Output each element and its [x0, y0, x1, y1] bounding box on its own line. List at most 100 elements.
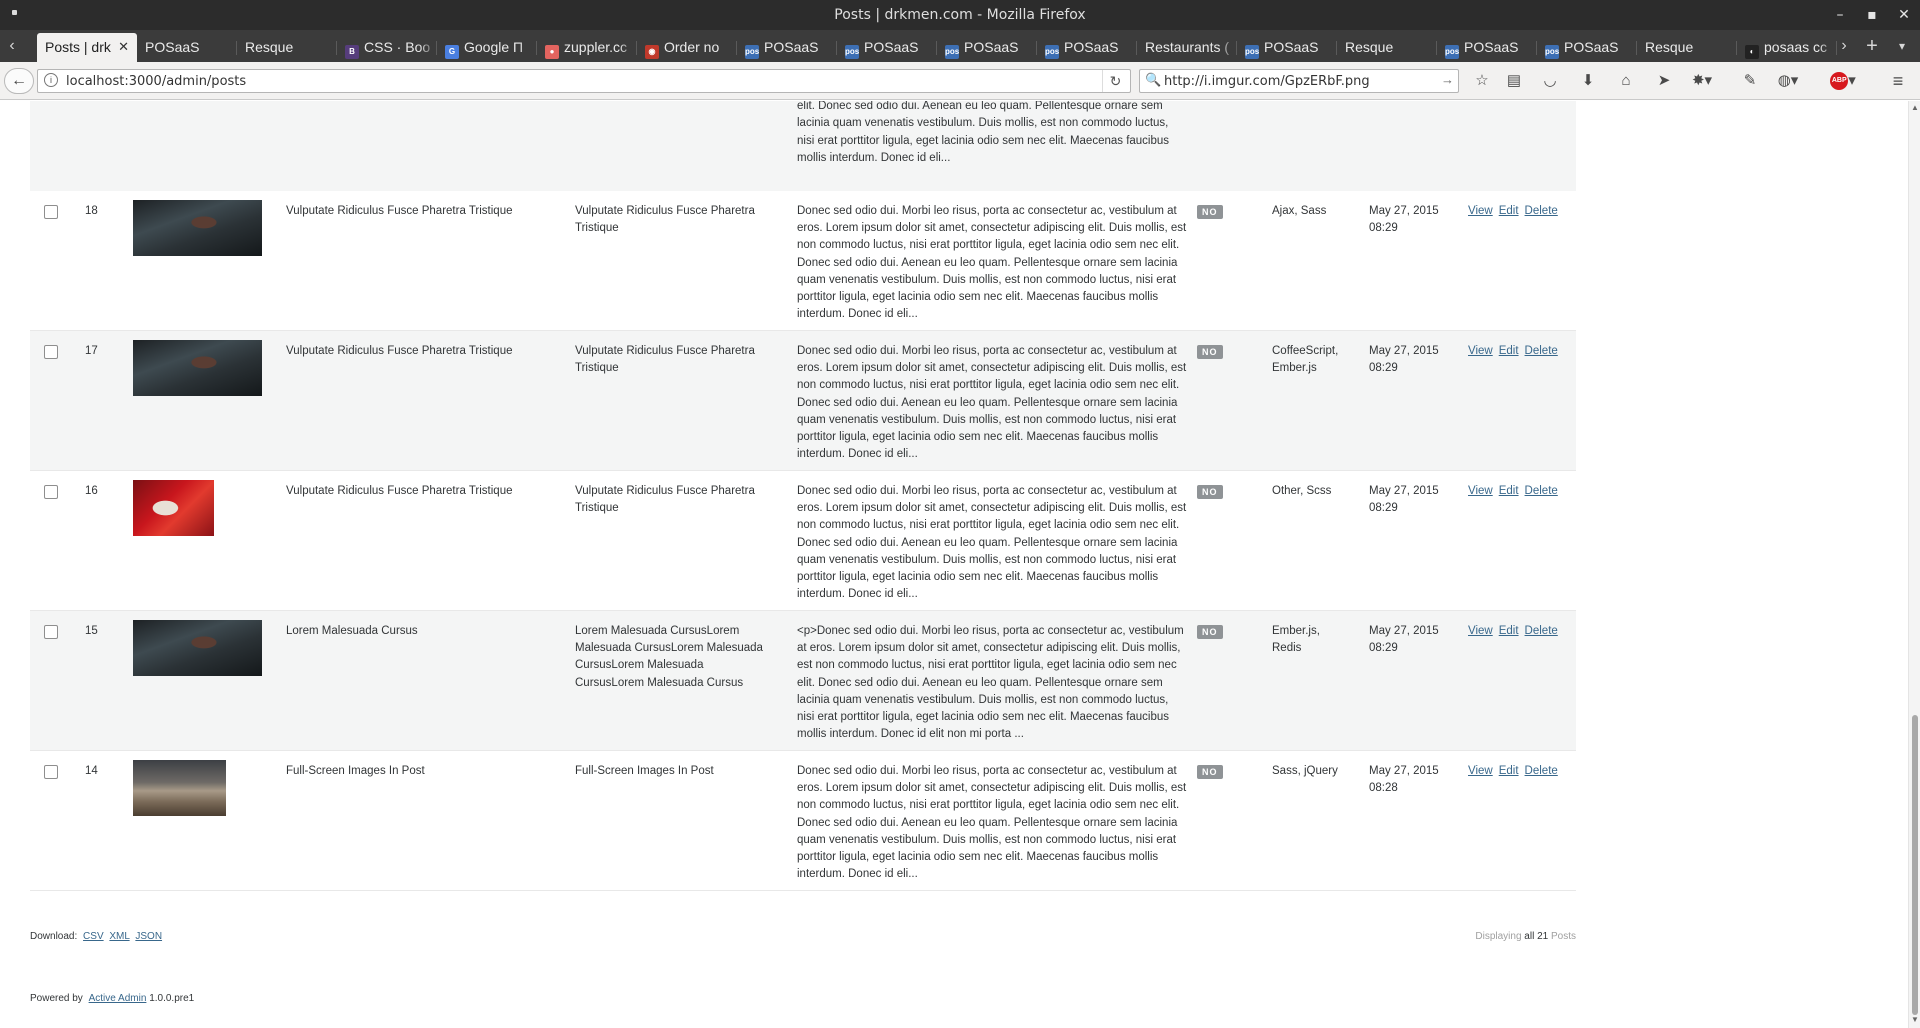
edit-link[interactable]: Edit: [1499, 205, 1519, 217]
pos-icon: pos: [1245, 45, 1259, 59]
download-icon[interactable]: ⬇: [1576, 70, 1600, 92]
tab-1[interactable]: POSaaS: [137, 33, 237, 62]
download-json-link[interactable]: JSON: [135, 931, 162, 942]
tab-fade: [819, 33, 837, 62]
tab-0[interactable]: Posts | drk ✕: [37, 33, 137, 62]
view-link[interactable]: View: [1468, 485, 1493, 497]
scroll-up-icon[interactable]: ▲: [1911, 103, 1919, 112]
back-arrow-icon: ←: [11, 72, 27, 89]
search-go-icon[interactable]: →: [1441, 72, 1454, 87]
scrollbar-thumb[interactable]: [1912, 715, 1918, 1015]
hamburger-menu-icon[interactable]: ≡: [1886, 70, 1910, 92]
bootstrap-icon: B: [345, 45, 359, 59]
tab-3[interactable]: B CSS · Boo: [337, 33, 437, 62]
reload-icon[interactable]: ↻: [1102, 70, 1128, 92]
edit-link[interactable]: Edit: [1499, 765, 1519, 777]
view-link[interactable]: View: [1468, 765, 1493, 777]
post-tags: Ember.js, Redis: [1272, 625, 1320, 655]
post-body: Donec sed odio dui. Morbi leo risus, por…: [797, 765, 1187, 881]
page-content: est non commodo luctus, nisi erat portti…: [0, 101, 1908, 1028]
tab-12[interactable]: pos POSaaS: [1237, 33, 1337, 62]
maximize-icon[interactable]: ▪: [1860, 5, 1884, 25]
window-titlebar: Posts | drkmen.com - Mozilla Firefox – ▪…: [0, 0, 1920, 30]
row-actions: View Edit Delete: [1468, 343, 1564, 360]
row-select-checkbox[interactable]: [44, 205, 58, 219]
url-input[interactable]: [66, 72, 1066, 90]
tab-7[interactable]: pos POSaaS: [737, 33, 837, 62]
row-select-checkbox[interactable]: [44, 345, 58, 359]
table-row: 16 Vulputate Ridiculus Fusce Pharetra Tri…: [30, 471, 1576, 611]
tab-scroll-right-icon[interactable]: ›: [1832, 30, 1856, 62]
reading-list-icon[interactable]: ▤: [1502, 70, 1526, 92]
delete-link[interactable]: Delete: [1525, 625, 1558, 637]
view-link[interactable]: View: [1468, 345, 1493, 357]
post-subtitle: Lorem Malesuada CursusLorem Malesuada Cu…: [575, 625, 763, 689]
post-tags: Other, Scss: [1272, 485, 1332, 497]
tab-label: Resque: [1645, 39, 1694, 55]
send-icon[interactable]: ➤: [1652, 70, 1676, 92]
row-select-checkbox[interactable]: [44, 485, 58, 499]
tab-9[interactable]: pos POSaaS: [937, 33, 1037, 62]
tab-17[interactable]: ◐ posaas cc: [1737, 33, 1837, 62]
row-select-checkbox[interactable]: [44, 765, 58, 779]
tab-label: posaas cc: [1764, 39, 1828, 55]
close-tab-icon[interactable]: ✕: [118, 33, 129, 61]
edit-link[interactable]: Edit: [1499, 625, 1519, 637]
tab-8[interactable]: pos POSaaS: [837, 33, 937, 62]
delete-link[interactable]: Delete: [1525, 765, 1558, 777]
search-input[interactable]: [1164, 72, 1434, 90]
home-icon[interactable]: ⌂: [1614, 70, 1638, 92]
download-csv-link[interactable]: CSV: [83, 931, 104, 942]
active-admin-link[interactable]: Active Admin: [89, 993, 147, 1004]
table-row: 17 Vulputate Ridiculus Fusce Pharetra Tri…: [30, 331, 1576, 471]
view-link[interactable]: View: [1468, 205, 1493, 217]
post-time: 08:28: [1369, 782, 1398, 794]
bookmark-star-icon[interactable]: ☆: [1470, 70, 1494, 92]
close-window-icon[interactable]: ✕: [1892, 5, 1916, 25]
tab-label: POSaaS: [764, 39, 819, 55]
edit-link[interactable]: Edit: [1499, 345, 1519, 357]
url-bar[interactable]: i ↻: [37, 69, 1131, 93]
search-bar[interactable]: 🔍 →: [1139, 69, 1459, 93]
vpn-icon[interactable]: ◍▾: [1776, 70, 1800, 92]
tab-scroll-left-icon[interactable]: ‹: [0, 30, 24, 62]
tab-15[interactable]: pos POSaaS: [1537, 33, 1637, 62]
edit-link[interactable]: Edit: [1499, 485, 1519, 497]
extension-icon[interactable]: ✸▾: [1690, 70, 1714, 92]
view-link[interactable]: View: [1468, 625, 1493, 637]
new-tab-icon[interactable]: +: [1860, 30, 1884, 62]
tab-label: POSaaS: [864, 39, 919, 55]
tab-5[interactable]: ● zuppler.cc: [537, 33, 637, 62]
site-info-icon[interactable]: i: [44, 73, 58, 87]
row-select-checkbox[interactable]: [44, 625, 58, 639]
pen-icon[interactable]: ✎: [1738, 70, 1762, 92]
tab-10[interactable]: pos POSaaS: [1037, 33, 1137, 62]
displaying-suffix: Posts: [1550, 931, 1576, 942]
tab-6[interactable]: ◉ Order no: [637, 33, 737, 62]
tab-13[interactable]: Resque: [1337, 33, 1437, 62]
adblock-icon[interactable]: ABP ▾: [1826, 70, 1860, 92]
minimize-icon[interactable]: –: [1828, 5, 1852, 25]
page-scrollbar[interactable]: ▲ ▼: [1908, 101, 1920, 1028]
post-id: 18: [85, 205, 98, 217]
delete-link[interactable]: Delete: [1525, 205, 1558, 217]
pos-icon: pos: [1545, 45, 1559, 59]
post-time: 08:29: [1369, 502, 1398, 514]
tab-fade: [419, 33, 437, 62]
tab-16[interactable]: Resque: [1637, 33, 1737, 62]
post-title: Vulputate Ridiculus Fusce Pharetra Trist…: [286, 485, 513, 497]
delete-link[interactable]: Delete: [1525, 345, 1558, 357]
download-xml-link[interactable]: XML: [109, 931, 129, 942]
tab-11[interactable]: Restaurants (: [1137, 33, 1237, 62]
delete-link[interactable]: Delete: [1525, 485, 1558, 497]
tab-list-icon[interactable]: ▾: [1890, 30, 1914, 62]
scroll-down-icon[interactable]: ▼: [1911, 1015, 1919, 1024]
post-date: May 27, 2015: [1369, 765, 1439, 777]
tab-strip: ‹ Posts | drk ✕ POSaaS Resque B CSS · Boo G Goo…: [0, 30, 1920, 62]
tab-2[interactable]: Resque: [237, 33, 337, 62]
tab-label: POSaaS: [1264, 39, 1319, 55]
pocket-icon[interactable]: ◡: [1538, 70, 1562, 92]
tab-14[interactable]: pos POSaaS: [1437, 33, 1537, 62]
tab-4[interactable]: G Google П: [437, 33, 537, 62]
back-button[interactable]: ←: [4, 68, 34, 94]
